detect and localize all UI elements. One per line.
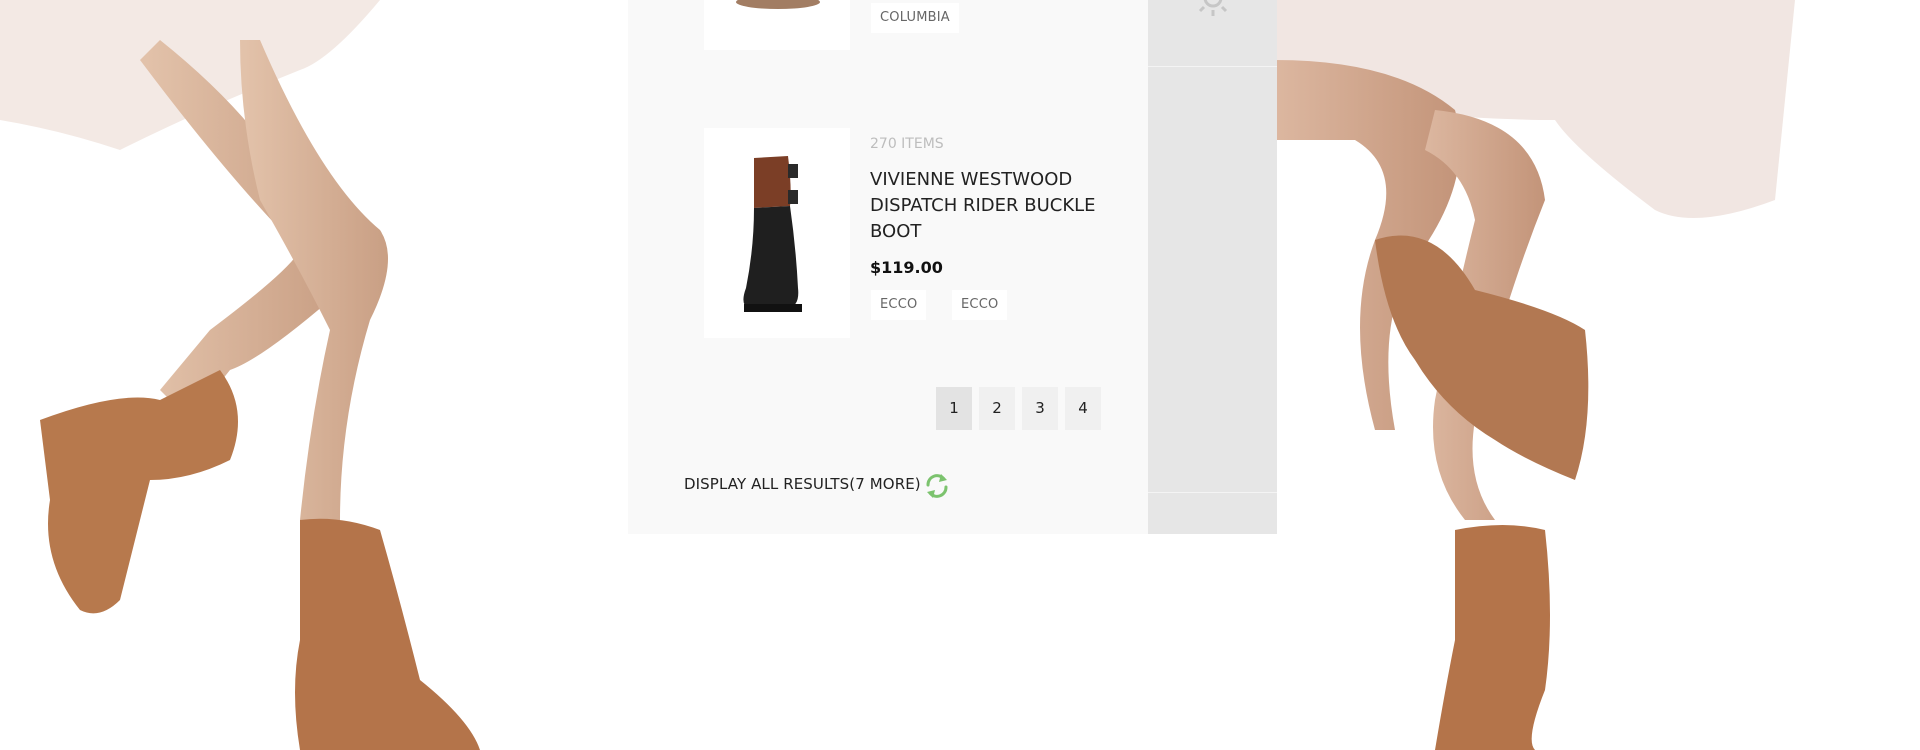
brand-tag[interactable]: ECCO [952,290,1008,320]
product-title-line[interactable]: BOOT [870,219,1100,245]
product-title-line[interactable]: DISPATCH RIDER BUCKLE [870,193,1100,219]
display-all-results-link[interactable]: DISPLAY ALL RESULTS(7 MORE) [684,475,921,493]
side-panel [1148,0,1277,534]
brand-tag[interactable]: ECCO [871,290,927,320]
product-image [736,0,820,9]
page-button-3[interactable]: 3 [1022,387,1058,430]
boot-image [743,156,802,312]
side-divider [1148,492,1277,493]
product-price: $119.00 [870,258,943,277]
page-button-2[interactable]: 2 [979,387,1015,430]
pagination: 1 2 3 4 [936,387,1101,430]
items-count: 270 ITEMS [870,136,944,152]
page-button-4[interactable]: 4 [1065,387,1101,430]
product-title-line[interactable]: VIVIENNE WESTWOOD [870,167,1100,193]
left-legs-illustration [0,0,480,750]
gear-icon[interactable] [1191,0,1235,20]
brand-tag[interactable]: COLUMBIA [871,3,959,33]
right-legs-illustration [1275,0,1795,750]
side-divider [1148,66,1277,67]
product-title[interactable]: VIVIENNE WESTWOOD DISPATCH RIDER BUCKLE … [870,167,1100,245]
product-thumbnail[interactable] [704,0,850,50]
refresh-icon[interactable] [924,472,950,500]
product-thumbnail[interactable] [704,128,850,338]
page-button-1[interactable]: 1 [936,387,972,430]
